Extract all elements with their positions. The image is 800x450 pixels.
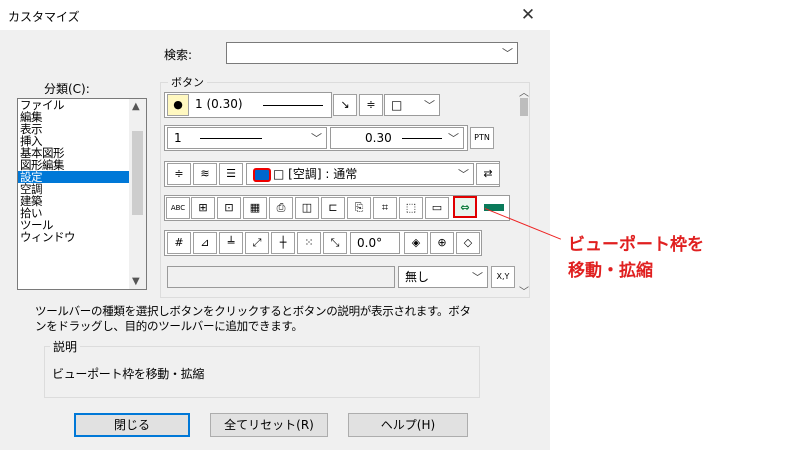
scroll-down-icon[interactable]: ﹀ bbox=[519, 283, 529, 298]
tool-icon[interactable]: ⤡ bbox=[323, 232, 347, 254]
layer-switch-icon[interactable]: ⇄ bbox=[476, 163, 500, 185]
pen-row: ● 1 (0.30) bbox=[164, 92, 332, 118]
tool-icon[interactable]: ⊞ bbox=[191, 197, 215, 219]
annotation-text: ビューポート枠を 移動・拡縮 bbox=[568, 232, 704, 284]
chevron-down-icon[interactable]: ﹀ bbox=[448, 129, 459, 149]
description-text: ツールバーの種類を選択しボタンをクリックするとボタンの説明が表示されます。ボタン… bbox=[35, 304, 471, 333]
tool-icon[interactable]: ◈ bbox=[404, 232, 428, 254]
annotation-line-1: ビューポート枠を bbox=[568, 235, 704, 255]
tool-icon[interactable]: ▭ bbox=[425, 197, 449, 219]
tool-icon[interactable]: ⁙ bbox=[297, 232, 321, 254]
layer-icon[interactable]: ☰ bbox=[219, 163, 243, 185]
customize-dialog: カスタマイズ ✕ 検索: ﹀ 分類(C): ファイル 編集 表示 挿入 基本図形… bbox=[0, 0, 550, 450]
style-value: 無し bbox=[405, 270, 430, 284]
category-scrollbar[interactable]: ▲ ▼ bbox=[129, 99, 146, 289]
line-style-icon[interactable]: ↘ bbox=[333, 94, 357, 116]
layer-stack-icon[interactable]: ≋ bbox=[193, 163, 217, 185]
tool-icon[interactable]: ▦ bbox=[243, 197, 267, 219]
tool-icon[interactable]: ABC bbox=[166, 197, 190, 219]
tool-icon[interactable]: ◇ bbox=[456, 232, 480, 254]
scroll-up-icon[interactable]: ︿ bbox=[519, 84, 529, 99]
align-icon[interactable]: ≑ bbox=[167, 163, 191, 185]
pattern-icon[interactable]: PTN bbox=[470, 127, 494, 149]
linewidth-combo[interactable]: 0.30 ﹀ bbox=[330, 127, 464, 149]
chevron-down-icon[interactable]: ﹀ bbox=[311, 129, 322, 149]
scroll-thumb[interactable] bbox=[132, 131, 143, 215]
angle-value: 0.0° bbox=[357, 236, 383, 250]
tool-icon[interactable]: ⬚ bbox=[399, 197, 423, 219]
category-label: 分類(C): bbox=[44, 82, 90, 96]
explanation-text: ビューポート枠を移動・拡縮 bbox=[52, 367, 205, 381]
close-button[interactable]: 閉じる bbox=[74, 413, 190, 437]
shape-combo[interactable]: □ ﹀ bbox=[384, 94, 440, 116]
pen-value: 1 (0.30) bbox=[195, 97, 243, 111]
list-item[interactable]: ウィンドウ bbox=[18, 231, 146, 243]
scroll-down-icon[interactable]: ▼ bbox=[132, 276, 140, 287]
viewport-move-icon[interactable]: ⇔ bbox=[453, 196, 477, 218]
window-title: カスタマイズ bbox=[8, 10, 80, 24]
angle-field[interactable]: 0.0° bbox=[350, 232, 400, 254]
line-sample bbox=[263, 105, 323, 106]
chevron-down-icon[interactable]: ﹀ bbox=[472, 268, 483, 288]
tool-icon[interactable]: ◫ bbox=[295, 197, 319, 219]
tool-icon[interactable]: ⌗ bbox=[373, 197, 397, 219]
layer-value: □ [空調] : 通常 bbox=[273, 167, 358, 181]
scroll-up-icon[interactable]: ▲ bbox=[132, 101, 140, 112]
category-list[interactable]: ファイル 編集 表示 挿入 基本図形 図形編集 設定 空調 建築 拾い ツール … bbox=[17, 98, 147, 290]
help-button[interactable]: ヘルプ(H) bbox=[348, 413, 468, 437]
tool-icon[interactable]: ╧ bbox=[219, 232, 243, 254]
align-icon[interactable]: ≑ bbox=[359, 94, 383, 116]
print-icon[interactable]: ⎘ bbox=[347, 197, 371, 219]
search-combo[interactable]: ﹀ bbox=[226, 42, 518, 64]
style-combo[interactable]: 無し ﹀ bbox=[398, 266, 488, 288]
linetype-combo[interactable]: 1 ﹀ bbox=[167, 127, 327, 149]
tool-icon[interactable]: ⊿ bbox=[193, 232, 217, 254]
search-label: 検索: bbox=[164, 48, 193, 62]
chevron-down-icon[interactable]: ﹀ bbox=[502, 45, 513, 61]
close-icon[interactable]: ✕ bbox=[516, 4, 540, 26]
tool-icon[interactable]: ⊕ bbox=[430, 232, 454, 254]
buttons-scrollbar[interactable]: ︿ ﹀ bbox=[519, 84, 529, 298]
line-sample bbox=[199, 138, 262, 139]
blank-field[interactable] bbox=[167, 266, 395, 288]
linewidth-value: 0.30 bbox=[365, 131, 392, 145]
buttons-group-label: ボタン bbox=[168, 74, 207, 90]
tool-icon[interactable]: ⊡ bbox=[217, 197, 241, 219]
layer-combo[interactable]: □ [空調] : 通常 ﹀ bbox=[246, 163, 474, 185]
chevron-down-icon[interactable]: ﹀ bbox=[458, 165, 469, 185]
layer-color-icon bbox=[253, 167, 271, 182]
tool-icon[interactable]: ⊏ bbox=[321, 197, 345, 219]
pen-icon[interactable]: ● bbox=[167, 94, 189, 116]
line-sample bbox=[401, 138, 442, 139]
reset-all-button[interactable]: 全てリセット(R) bbox=[210, 413, 328, 437]
tool-icon[interactable]: ⤢ bbox=[245, 232, 269, 254]
shape-value: □ bbox=[391, 98, 403, 112]
explanation-label: 説明 bbox=[50, 338, 81, 355]
xy-icon[interactable]: X,Y bbox=[491, 266, 515, 288]
chevron-down-icon[interactable]: ﹀ bbox=[424, 96, 435, 116]
print-icon[interactable]: ⎙ bbox=[269, 197, 293, 219]
title-bar: カスタマイズ ✕ bbox=[0, 0, 550, 30]
grid-icon[interactable]: # bbox=[167, 232, 191, 254]
scroll-thumb[interactable] bbox=[520, 98, 528, 116]
linetype-value: 1 bbox=[174, 131, 182, 145]
annotation-line-2: 移動・拡縮 bbox=[568, 261, 653, 281]
tool-icon[interactable]: ┼ bbox=[271, 232, 295, 254]
